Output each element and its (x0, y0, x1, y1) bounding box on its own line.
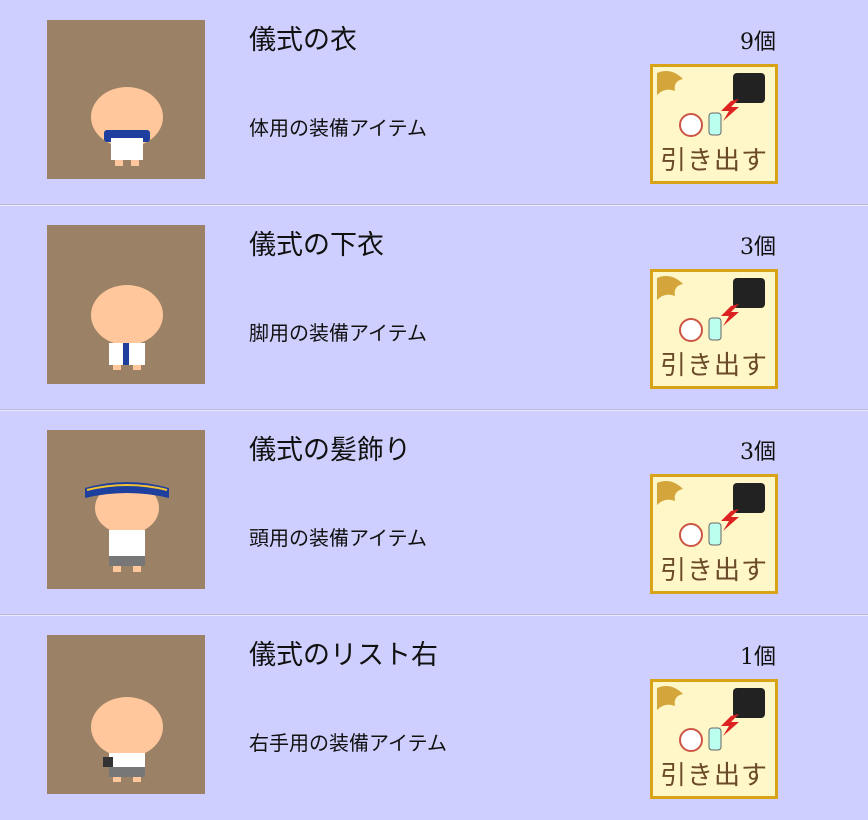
withdraw-icon (657, 481, 765, 547)
item-description: 脚用の装備アイテム (249, 321, 427, 345)
character-avatar-icon (85, 482, 169, 572)
withdraw-icon (657, 276, 765, 342)
item-thumbnail (47, 430, 205, 589)
withdraw-icon (657, 686, 765, 752)
character-avatar-icon (91, 285, 163, 370)
withdraw-button[interactable]: 引き出す (650, 474, 778, 594)
withdraw-icon (657, 71, 765, 137)
list-item: 儀式の髪飾り 頭用の装備アイテム 3個 引き出す (0, 409, 868, 611)
withdraw-label: 引き出す (659, 556, 768, 586)
withdraw-button[interactable]: 引き出す (650, 269, 778, 389)
item-count: 3個 (740, 235, 776, 260)
item-count: 3個 (740, 440, 776, 465)
item-name: 儀式の下衣 (249, 230, 384, 261)
item-name: 儀式の髪飾り (249, 435, 411, 466)
item-count: 1個 (740, 645, 776, 670)
list-item: 儀式のリスト右 右手用の装備アイテム 1個 引き出す (0, 614, 868, 816)
item-thumbnail (47, 20, 205, 179)
item-thumbnail (47, 635, 205, 794)
character-avatar-icon (91, 87, 163, 166)
withdraw-button[interactable]: 引き出す (650, 679, 778, 799)
item-name: 儀式の衣 (249, 25, 357, 56)
item-description: 体用の装備アイテム (249, 116, 427, 140)
list-item: 儀式の衣 体用の装備アイテム 9個 引き出す (0, 0, 868, 202)
item-thumbnail (47, 225, 205, 384)
item-description: 頭用の装備アイテム (249, 526, 427, 550)
withdraw-button[interactable]: 引き出す (650, 64, 778, 184)
character-avatar-icon (91, 697, 163, 782)
item-list: 儀式の衣 体用の装備アイテム 9個 引き出す 儀式の下衣 脚用の装備アイテム 3… (0, 0, 868, 820)
withdraw-label: 引き出す (659, 351, 768, 381)
item-count: 9個 (740, 30, 776, 55)
withdraw-label: 引き出す (659, 761, 768, 791)
withdraw-label: 引き出す (659, 146, 768, 176)
item-description: 右手用の装備アイテム (249, 731, 447, 755)
list-item: 儀式の下衣 脚用の装備アイテム 3個 引き出す (0, 204, 868, 406)
item-name: 儀式のリスト右 (249, 640, 438, 671)
